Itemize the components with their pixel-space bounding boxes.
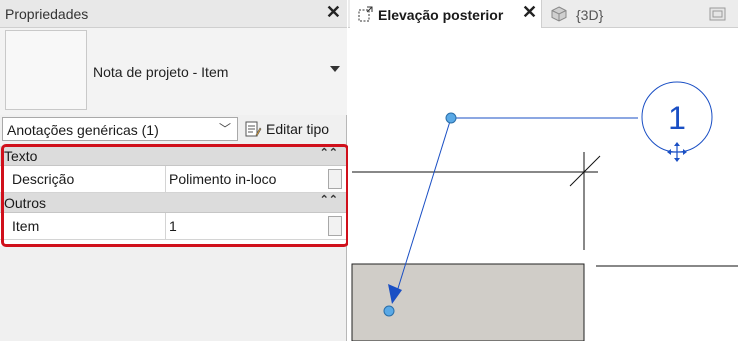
elevation-view-icon [358, 6, 373, 22]
properties-panel: Propriedades ✕ Nota de projeto - Item An… [0, 0, 349, 341]
switch-windows-icon[interactable] [708, 5, 728, 23]
properties-title-bar: Propriedades ✕ [0, 0, 347, 28]
property-name: Item [12, 218, 40, 234]
collapse-icon[interactable]: ⌃⌃ [320, 193, 338, 206]
category-label: Texto [4, 148, 38, 164]
edit-type-label: Editar tipo [266, 121, 330, 137]
category-texto[interactable]: Texto ⌃⌃ [0, 146, 347, 166]
value-browse-button[interactable] [328, 169, 342, 189]
column-divider [165, 213, 166, 239]
column-divider [165, 166, 166, 192]
type-selector[interactable]: Nota de projeto - Item [0, 28, 347, 115]
drawing-canvas[interactable]: 1 [348, 28, 738, 341]
property-row-item: Item 1 [0, 213, 347, 240]
type-preview-image [5, 30, 87, 110]
instance-filter-value: Anotações genéricas (1) [7, 122, 159, 138]
property-value-descricao[interactable]: Polimento in-loco [169, 171, 276, 187]
property-name: Descrição [12, 171, 75, 187]
edit-type-icon [245, 121, 262, 137]
value-browse-button[interactable] [328, 216, 342, 236]
properties-grid: Texto ⌃⌃ Descrição Polimento in-loco Out… [0, 146, 347, 246]
tick-mark [569, 155, 601, 187]
properties-title: Propriedades [5, 6, 89, 22]
chevron-down-icon: ﹀ [218, 122, 231, 136]
tab-3d[interactable]: {3D} [546, 0, 656, 28]
tag-number: 1 [668, 100, 686, 136]
instance-filter-dropdown[interactable]: Anotações genéricas (1) ﹀ [2, 117, 238, 141]
leader-end-grip[interactable] [383, 305, 395, 317]
3d-view-icon [551, 6, 567, 22]
wall-section [351, 263, 585, 341]
close-tab-icon[interactable]: ✕ [522, 2, 537, 23]
property-row-descricao: Descrição Polimento in-loco [0, 166, 347, 193]
category-label: Outros [4, 195, 47, 211]
tab-label: Elevação posterior [378, 7, 504, 23]
tab-label: {3D} [576, 7, 604, 23]
tab-elevacao-posterior[interactable]: Elevação posterior ✕ [350, 0, 542, 28]
collapse-icon[interactable]: ⌃⌃ [320, 146, 338, 159]
chevron-down-icon[interactable] [330, 66, 340, 72]
elevation-drawing: 1 [351, 81, 738, 341]
instance-filter-row: Anotações genéricas (1) ﹀ Editar tipo [0, 117, 347, 143]
leader-grip[interactable] [445, 112, 457, 124]
category-outros[interactable]: Outros ⌃⌃ [0, 193, 347, 213]
property-value-item[interactable]: 1 [169, 218, 177, 234]
close-properties-icon[interactable]: ✕ [326, 2, 341, 23]
type-name: Nota de projeto - Item [93, 64, 229, 80]
view-tabs: Elevação posterior ✕ {3D} [348, 0, 738, 28]
